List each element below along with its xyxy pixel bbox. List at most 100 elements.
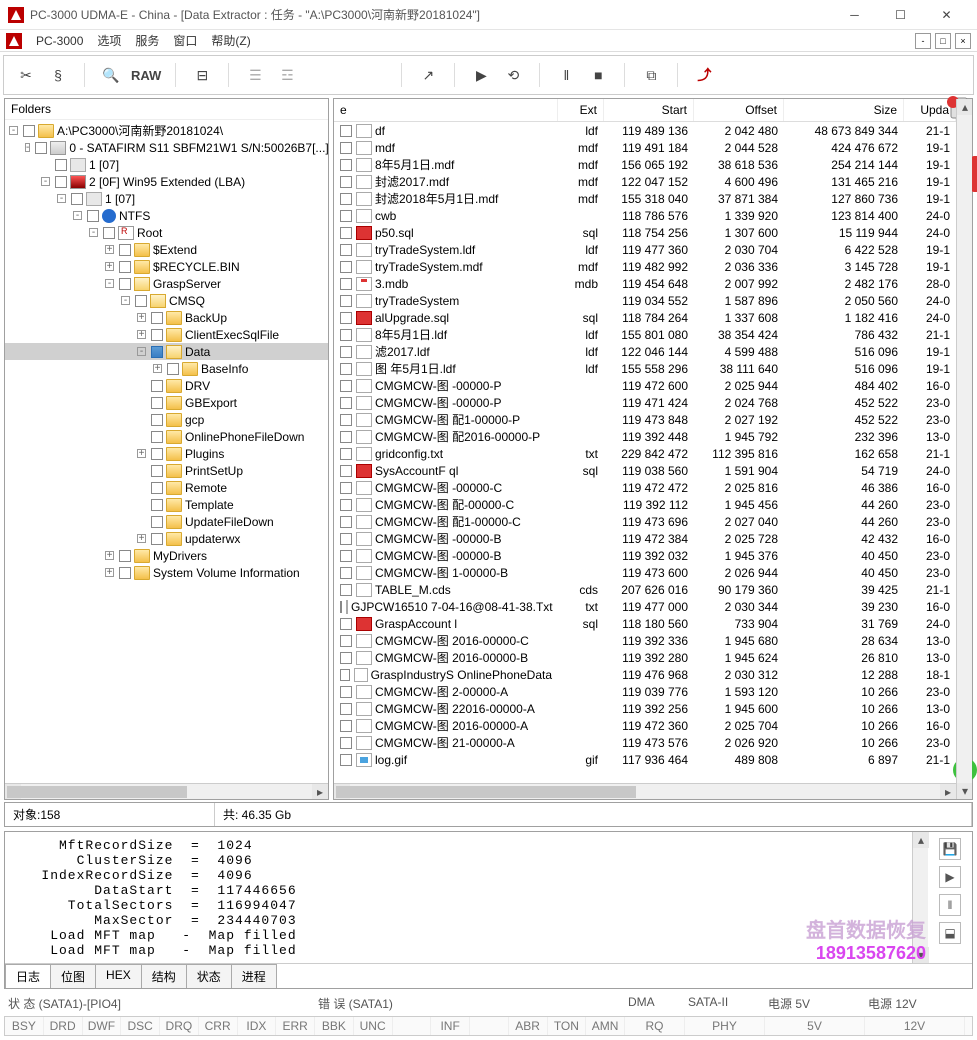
file-row[interactable]: tryTradeSystem.mdfmdf119 482 9922 036 33… <box>334 258 956 275</box>
log-play-icon[interactable]: ▶ <box>939 866 961 888</box>
tree-template[interactable]: Template <box>5 496 328 513</box>
minimize-button[interactable]: ─ <box>832 1 877 29</box>
log-tab-state[interactable]: 状态 <box>186 964 232 988</box>
file-vscroll[interactable]: ▴▾ <box>956 99 972 799</box>
export-icon[interactable]: ↗ <box>416 63 440 87</box>
col-name[interactable]: e <box>334 99 558 121</box>
binoculars-icon[interactable]: 🔍 <box>99 63 123 87</box>
tree-cmsq[interactable]: -CMSQ <box>5 292 328 309</box>
tree-updatefiledown[interactable]: UpdateFileDown <box>5 513 328 530</box>
rewind-icon[interactable]: ⟲ <box>501 63 525 87</box>
tree-rootdir[interactable]: -Root <box>5 224 328 241</box>
log-pause-icon[interactable]: ‖ <box>939 894 961 916</box>
script-icon[interactable]: § <box>46 63 70 87</box>
col-offset[interactable]: Offset <box>694 99 784 121</box>
menu-window[interactable]: 窗口 <box>173 32 197 49</box>
file-row[interactable]: CMGMCW-图 -00000-P119 472 6002 025 944484… <box>334 377 956 394</box>
tree-extend[interactable]: +$Extend <box>5 241 328 258</box>
file-row[interactable]: CMGMCW-图 21-00000-A119 473 5762 026 9201… <box>334 734 956 751</box>
col-start[interactable]: Start <box>604 99 694 121</box>
tree-plugins[interactable]: +Plugins <box>5 445 328 462</box>
tree-ntfs[interactable]: -NTFS <box>5 207 328 224</box>
file-row[interactable]: 8年5月1日.mdfmdf156 065 19238 618 536254 21… <box>334 156 956 173</box>
menu-app[interactable]: PC-3000 <box>36 34 83 48</box>
tree-baseinfo[interactable]: +BaseInfo <box>5 360 328 377</box>
tree-gcp[interactable]: gcp <box>5 411 328 428</box>
file-row[interactable]: log.gifgif117 936 464489 8086 89721-1 <box>334 751 956 768</box>
tools-icon[interactable]: ✂ <box>14 63 38 87</box>
log-tab-bitmap[interactable]: 位图 <box>50 964 96 988</box>
list1-icon[interactable]: ☰ <box>243 63 267 87</box>
tree-hscroll[interactable]: ◂▸ <box>5 783 328 799</box>
file-row[interactable]: CMGMCW-图 2-00000-A119 039 7761 593 12010… <box>334 683 956 700</box>
file-row[interactable]: 图 年5月1日.ldfldf155 558 29638 111 640516 0… <box>334 360 956 377</box>
tree-root[interactable]: -A:\PC3000\河南新野20181024\ <box>5 122 328 139</box>
file-row[interactable]: CMGMCW-图 -00000-B119 392 0321 945 37640 … <box>334 547 956 564</box>
file-row[interactable]: tryTradeSystem119 034 5521 587 8962 050 … <box>334 292 956 309</box>
col-size[interactable]: Size <box>784 99 904 121</box>
tree-part2sub[interactable]: -1 [07] <box>5 190 328 207</box>
file-row[interactable]: CMGMCW-图 配2016-00000-P119 392 4481 945 7… <box>334 428 956 445</box>
log-save2-icon[interactable]: ⬓ <box>939 922 961 944</box>
copy-icon[interactable]: ⧉ <box>639 63 663 87</box>
file-hscroll[interactable]: ◂▸ <box>334 783 956 799</box>
log-tab-hex[interactable]: HEX <box>95 964 142 988</box>
tree-remote[interactable]: Remote <box>5 479 328 496</box>
mdi-restore[interactable]: □ <box>935 33 951 49</box>
tree-part2[interactable]: -2 [0F] Win95 Extended (LBA) <box>5 173 328 190</box>
stop-icon[interactable]: ■ <box>586 63 610 87</box>
pause-icon[interactable]: ‖ <box>554 63 578 87</box>
file-row[interactable]: CMGMCW-图 2016-00000-B119 392 2801 945 62… <box>334 649 956 666</box>
tree-mydrivers[interactable]: +MyDrivers <box>5 547 328 564</box>
file-row[interactable]: GJPCW16510 7-04-16@08-41-38.Txttxt119 47… <box>334 598 956 615</box>
mdi-minimize[interactable]: - <box>915 33 931 49</box>
menu-options[interactable]: 选项 <box>97 32 121 49</box>
file-row[interactable]: gridconfig.txttxt229 842 472112 395 8161… <box>334 445 956 462</box>
file-row[interactable]: CMGMCW-图 1-00000-B119 473 6002 026 94440… <box>334 564 956 581</box>
file-row[interactable]: CMGMCW-图 2016-00000-A119 472 3602 025 70… <box>334 717 956 734</box>
log-text[interactable]: MftRecordSize = 1024 ClusterSize = 4096 … <box>5 832 912 963</box>
file-row[interactable]: SysAccountF qlsql119 038 5601 591 90454 … <box>334 462 956 479</box>
file-row[interactable]: CMGMCW-图 配1-00000-C119 473 6962 027 0404… <box>334 513 956 530</box>
exit-icon[interactable]: ⤴ <box>692 63 716 87</box>
menu-help[interactable]: 帮助(Z) <box>211 32 250 49</box>
file-row[interactable]: CMGMCW-图 -00000-C119 472 4722 025 81646 … <box>334 479 956 496</box>
menu-services[interactable]: 服务 <box>135 32 159 49</box>
tree-part1[interactable]: 1 [07] <box>5 156 328 173</box>
file-list-header[interactable]: e Ext Start Offset Size Upda <box>334 99 956 122</box>
tree-clientexec[interactable]: +ClientExecSqlFile <box>5 326 328 343</box>
drive-icon[interactable]: ⊟ <box>190 63 214 87</box>
tree-backup[interactable]: +BackUp <box>5 309 328 326</box>
file-row[interactable]: TABLE_M.cdscds207 626 01690 179 36039 42… <box>334 581 956 598</box>
file-row[interactable]: 封滤2018年5月1日.mdfmdf155 318 04037 871 3841… <box>334 190 956 207</box>
file-row[interactable]: mdfmdf119 491 1842 044 528424 476 67219-… <box>334 139 956 156</box>
file-row[interactable]: p50.sqlsql118 754 2561 307 60015 119 944… <box>334 224 956 241</box>
file-row[interactable]: CMGMCW-图 2016-00000-C119 392 3361 945 68… <box>334 632 956 649</box>
log-tab-struct[interactable]: 结构 <box>141 964 187 988</box>
tree-data[interactable]: -Data <box>5 343 328 360</box>
close-button[interactable]: ✕ <box>924 1 969 29</box>
file-row[interactable]: cwb118 786 5761 339 920123 814 40024-0 <box>334 207 956 224</box>
file-row[interactable]: tryTradeSystem.ldfldf119 477 3602 030 70… <box>334 241 956 258</box>
folder-tree[interactable]: -A:\PC3000\河南新野20181024\ -0 - SATAFIRM S… <box>5 120 328 783</box>
file-row[interactable]: dfldf119 489 1362 042 48048 673 849 3442… <box>334 122 956 139</box>
col-ext[interactable]: Ext <box>558 99 604 121</box>
tree-drv[interactable]: DRV <box>5 377 328 394</box>
maximize-button[interactable]: ☐ <box>878 1 923 29</box>
file-row[interactable]: GraspIndustryS OnlinePhoneData119 476 96… <box>334 666 956 683</box>
file-row[interactable]: 封滤2017.mdfmdf122 047 1524 600 496131 465… <box>334 173 956 190</box>
file-row[interactable]: CMGMCW-图 22016-00000-A119 392 2561 945 6… <box>334 700 956 717</box>
log-save-icon[interactable]: 💾 <box>939 838 961 860</box>
tree-graspserver[interactable]: -GraspServer <box>5 275 328 292</box>
file-row[interactable]: CMGMCW-图 配-00000-C119 392 1121 945 45644… <box>334 496 956 513</box>
log-vscroll[interactable]: ▴▾ <box>912 832 928 963</box>
file-row[interactable]: 8年5月1日.ldfldf155 801 08038 354 424786 43… <box>334 326 956 343</box>
file-row[interactable]: 3.mdbmdb119 454 6482 007 9922 482 17628-… <box>334 275 956 292</box>
mdi-close[interactable]: × <box>955 33 971 49</box>
file-row[interactable]: GraspAccount lsql118 180 560733 90431 76… <box>334 615 956 632</box>
list2-icon[interactable]: ☲ <box>275 63 299 87</box>
tree-updaterwx[interactable]: +updaterwx <box>5 530 328 547</box>
tree-printsetup[interactable]: PrintSetUp <box>5 462 328 479</box>
log-tab-process[interactable]: 进程 <box>231 964 277 988</box>
file-row[interactable]: 滤2017.ldfldf122 046 1444 599 488516 0961… <box>334 343 956 360</box>
